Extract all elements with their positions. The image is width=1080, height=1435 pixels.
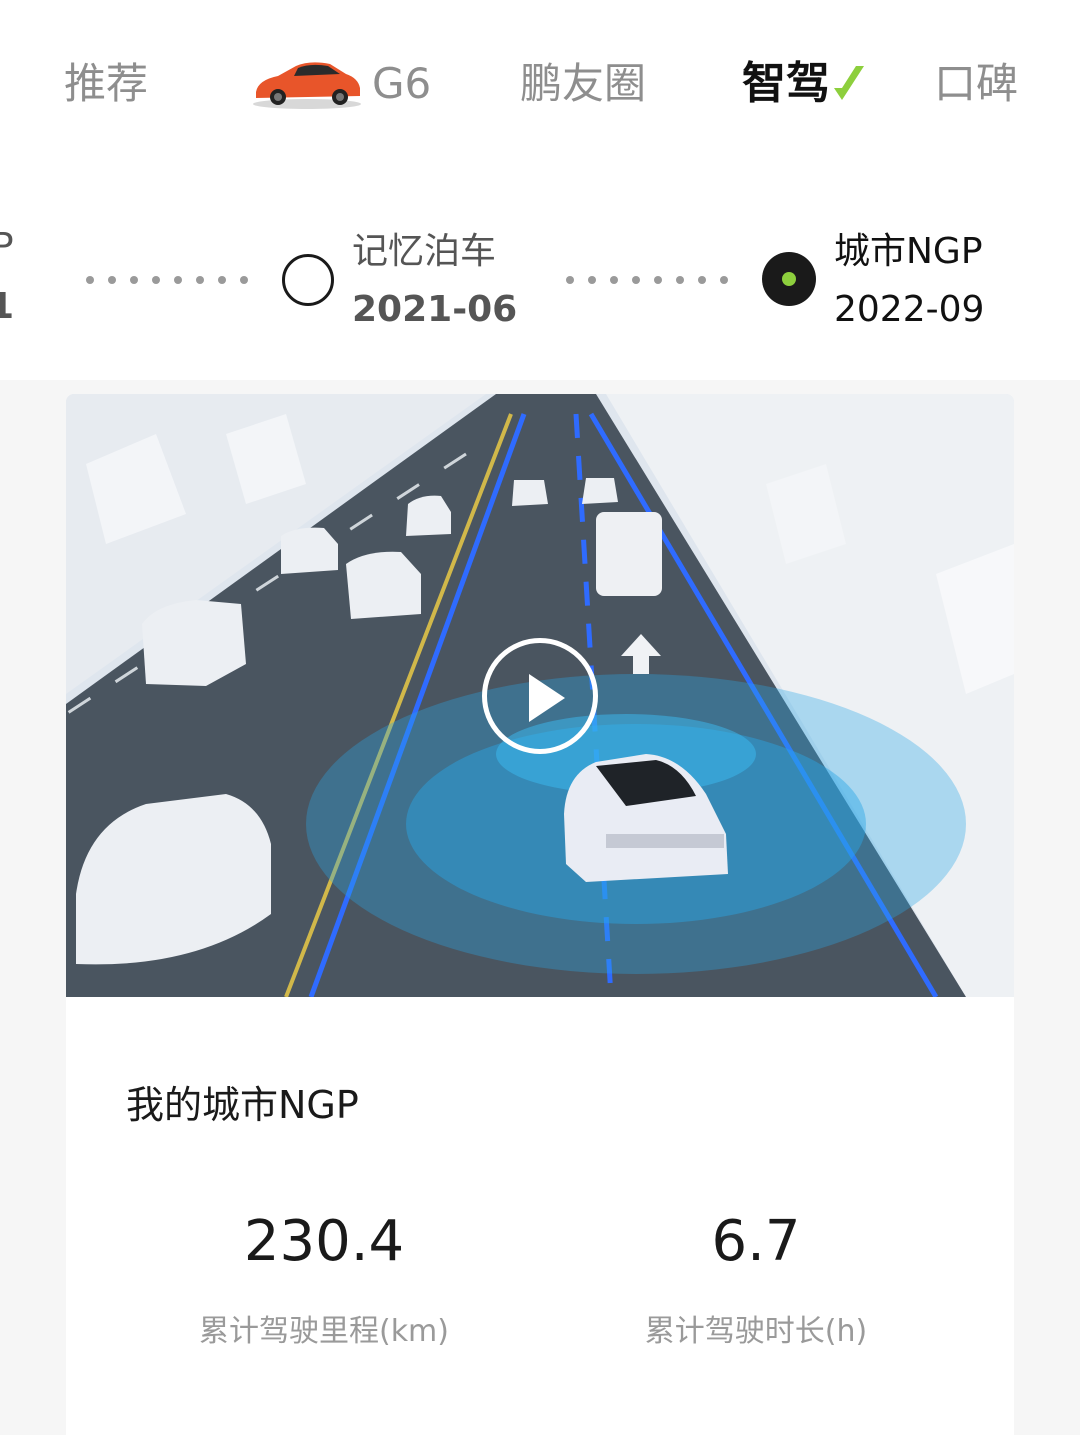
timeline-item-name-active[interactable]: 城市NGP: [834, 226, 983, 278]
timeline-item-name[interactable]: 记忆泊车: [352, 226, 496, 278]
tab-g6[interactable]: G6: [248, 52, 438, 116]
video-player[interactable]: [66, 394, 1014, 999]
top-tab-bar: 推荐 G6 鹏友圈 智驾 口碑: [0, 0, 1080, 160]
tab-recommend[interactable]: 推荐: [64, 52, 148, 116]
timeline-item-date-active: 2022-09: [834, 289, 985, 330]
tab-g6-label: G6: [372, 59, 432, 108]
timeline-prev-date: 01: [0, 286, 15, 327]
timeline-item-date: 2021-06: [352, 289, 518, 330]
play-button[interactable]: [482, 638, 598, 754]
stat-mileage-value: 230.4: [243, 1209, 405, 1274]
play-icon: [529, 674, 565, 722]
stat-duration: 6.7 累计驾驶时长(h): [556, 1202, 956, 1350]
tab-community[interactable]: 鹏友圈: [520, 52, 646, 116]
feature-timeline: GP 01 记忆泊车 2021-06 城市NGP 2022-09: [0, 220, 1080, 350]
stat-duration-label: 累计驾驶时长(h): [644, 1314, 868, 1349]
tab-review[interactable]: 口碑: [934, 52, 1018, 116]
timeline-node-active-icon[interactable]: [762, 252, 816, 306]
timeline-connector: [566, 276, 728, 284]
checkmark-icon: [834, 66, 864, 100]
ngp-card: 我的城市NGP 230.4 累计驾驶里程(km) 6.7 累计驾驶时长(h): [66, 394, 1014, 1435]
car-thumbnail-icon: [253, 62, 361, 109]
tab-smart-drive[interactable]: 智驾: [742, 52, 864, 116]
timeline-prev-name: GP: [0, 226, 14, 267]
card-title: 我的城市NGP: [126, 1083, 359, 1127]
timeline-connector: [86, 276, 248, 284]
tab-smart-drive-label: 智驾: [742, 58, 830, 109]
timeline-node-icon[interactable]: [282, 254, 334, 306]
stat-mileage-label: 累计驾驶里程(km): [198, 1314, 449, 1349]
stat-mileage: 230.4 累计驾驶里程(km): [124, 1202, 524, 1350]
stat-duration-value: 6.7: [711, 1209, 801, 1274]
